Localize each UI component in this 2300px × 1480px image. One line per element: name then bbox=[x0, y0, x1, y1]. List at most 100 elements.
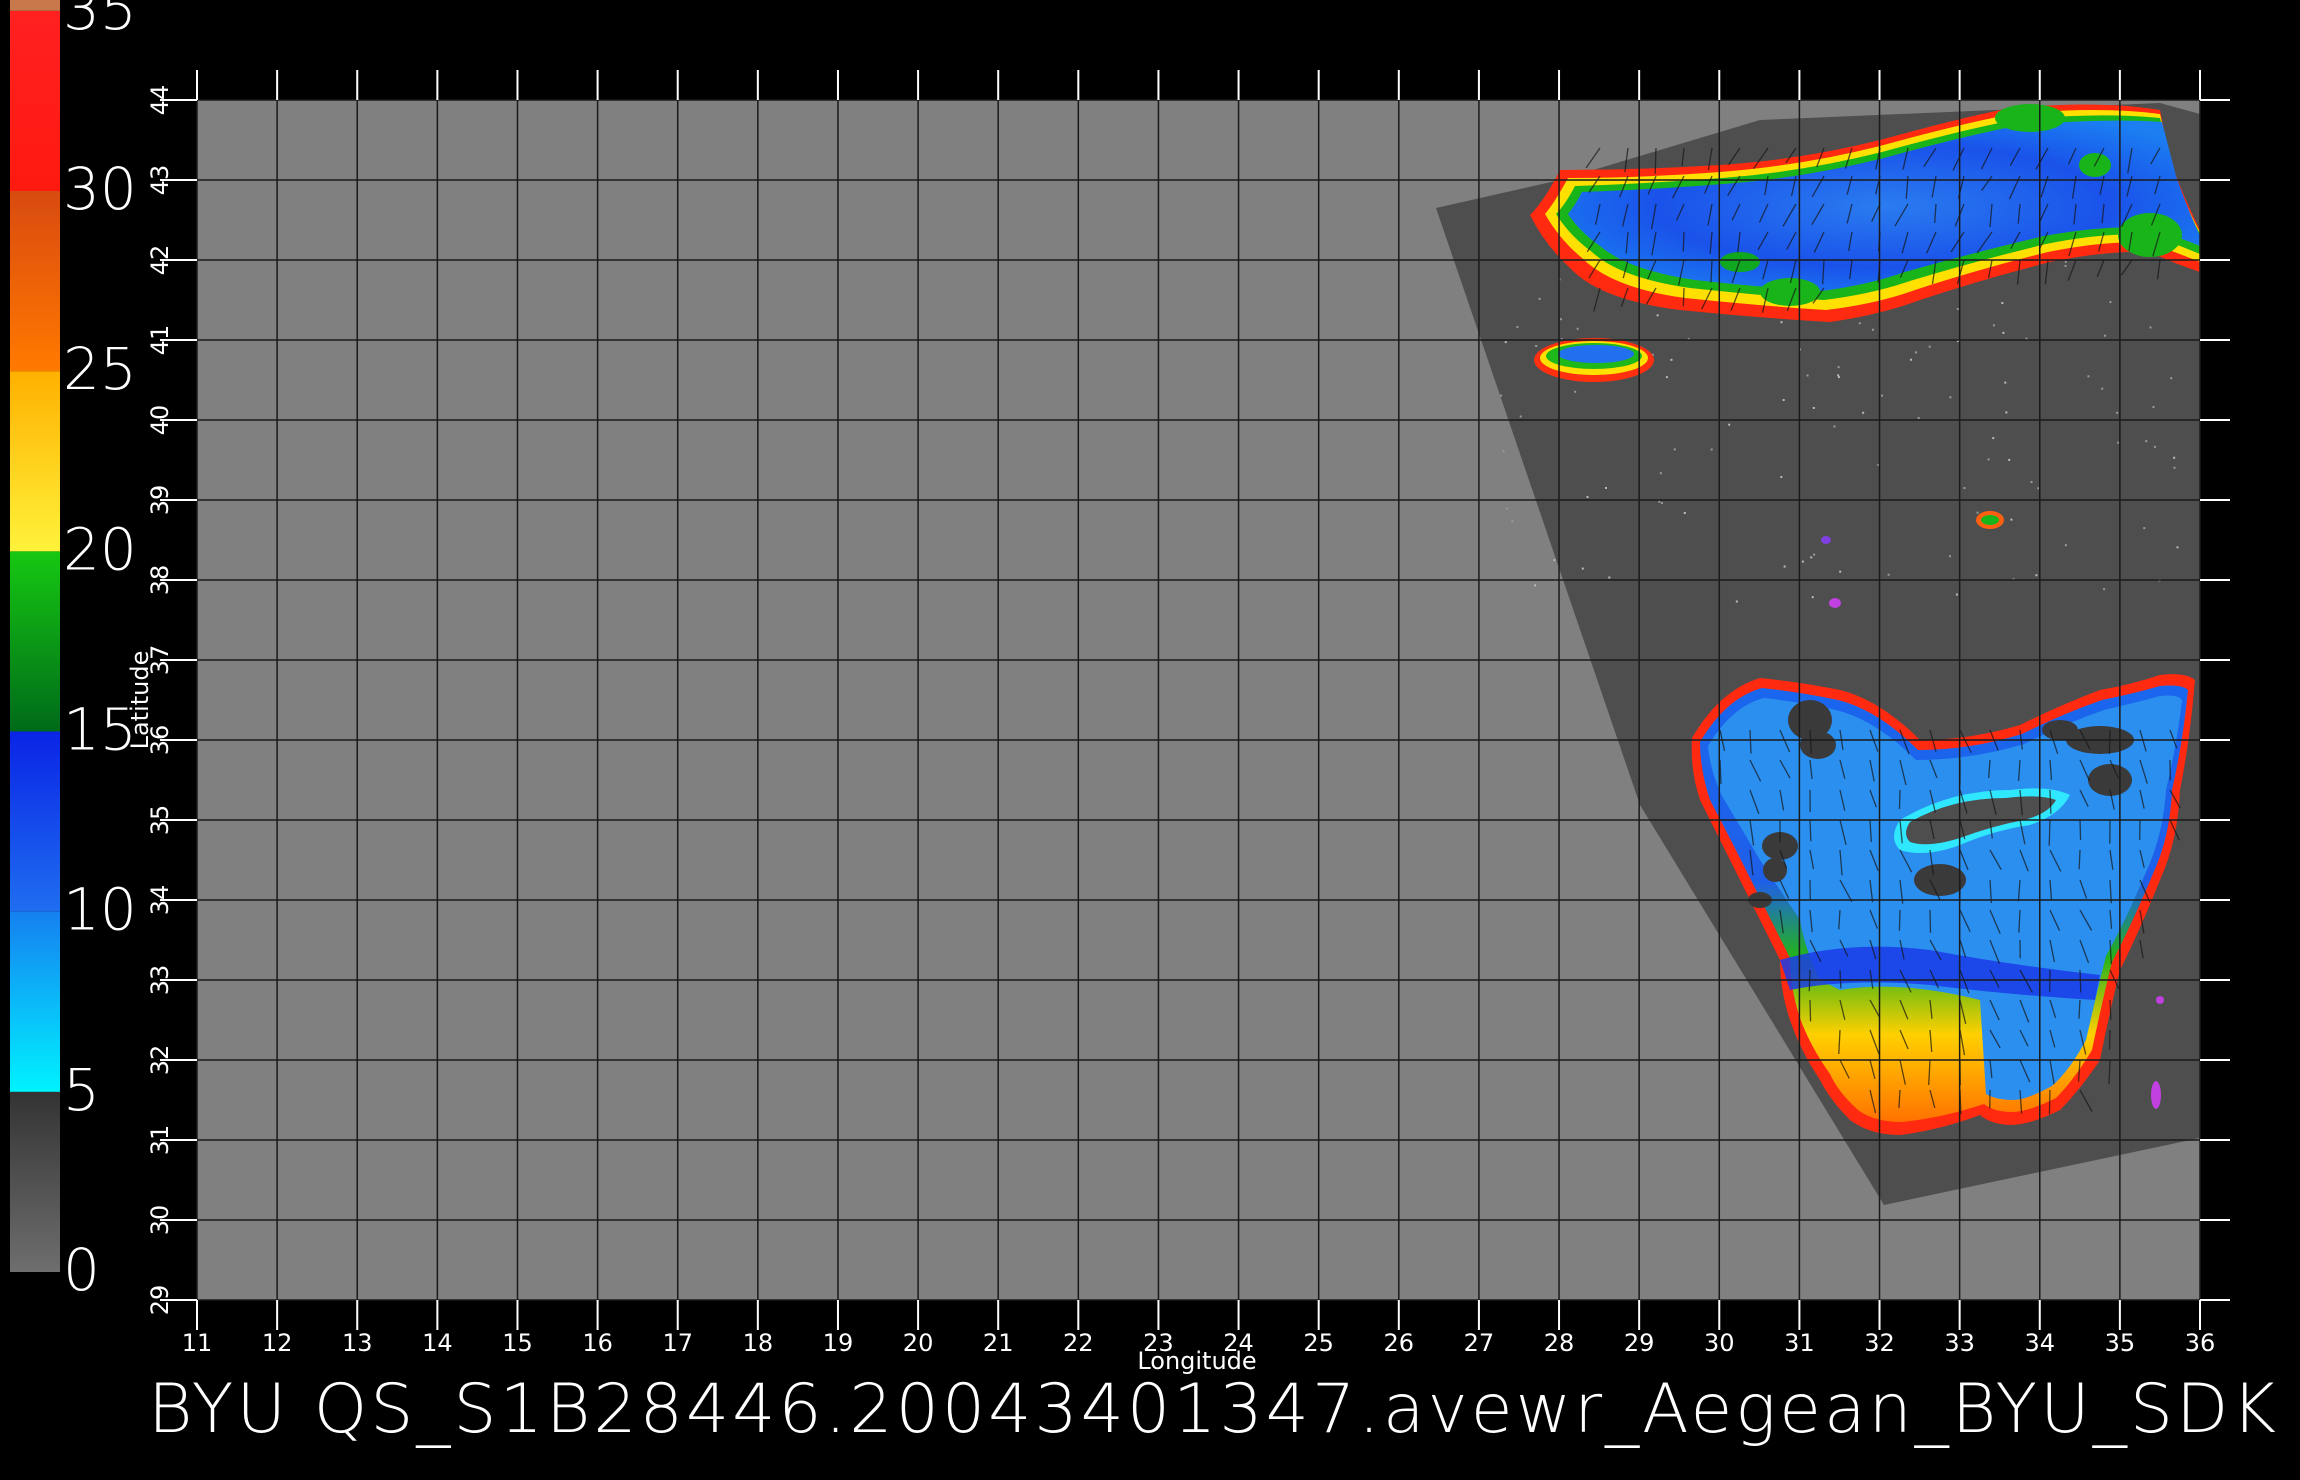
x-tick-label: 30 bbox=[1704, 1329, 1735, 1357]
wind-barb bbox=[1682, 287, 1685, 307]
speckle-dot bbox=[2170, 377, 2173, 380]
wind-barb bbox=[2079, 969, 2082, 993]
colorbar-segment bbox=[10, 10, 60, 191]
marmara-region bbox=[1534, 338, 1654, 382]
speckle-dot bbox=[1560, 318, 1563, 321]
y-tick-label: 29 bbox=[146, 1285, 174, 1316]
wind-barb bbox=[2108, 729, 2111, 755]
speckle-dot bbox=[1862, 411, 1865, 414]
speckle-dot bbox=[1992, 437, 1995, 440]
speckle-dot bbox=[1504, 341, 1507, 344]
speckle-dot bbox=[1811, 596, 1814, 599]
wind-barb bbox=[1682, 231, 1685, 252]
speckle-dot bbox=[2087, 375, 2090, 378]
speckle-dot bbox=[2173, 466, 2176, 469]
speckle-dot bbox=[1812, 406, 1815, 409]
y-tick-label: 42 bbox=[146, 245, 174, 276]
speckle-dot bbox=[1735, 600, 1738, 603]
speckle-dot bbox=[1955, 593, 1958, 596]
x-tick-label: 14 bbox=[422, 1329, 453, 1357]
speckle-dot bbox=[1837, 376, 1840, 379]
y-tick-label: 38 bbox=[146, 565, 174, 596]
x-tick-label: 17 bbox=[662, 1329, 693, 1357]
speckle-dot bbox=[2101, 387, 2104, 390]
wind-barb bbox=[2049, 789, 2052, 814]
speckle-dot bbox=[2103, 588, 2106, 591]
y-tick-label: 32 bbox=[146, 1045, 174, 1076]
speckle-dot bbox=[1574, 390, 1577, 393]
speckle-dot bbox=[1833, 425, 1836, 428]
speckle-dot bbox=[1956, 307, 1959, 310]
x-tick-label: 28 bbox=[1544, 1329, 1575, 1357]
speckle-dot bbox=[1511, 520, 1514, 523]
speckle-dot bbox=[1728, 423, 1731, 426]
speckle-dot bbox=[1910, 358, 1913, 361]
speckle-dot bbox=[1658, 500, 1661, 503]
speckle-dot bbox=[1801, 560, 1804, 563]
x-tick-label: 33 bbox=[1944, 1329, 1975, 1357]
colorbar-label: 5 bbox=[63, 1056, 100, 1124]
speckle-dot bbox=[1505, 507, 1508, 510]
wind-barb bbox=[1839, 969, 1842, 989]
x-tick-label: 34 bbox=[2024, 1329, 2055, 1357]
speckle-dot bbox=[1683, 511, 1686, 514]
speckle-dot bbox=[1887, 573, 1890, 576]
speckle-dot bbox=[1992, 324, 1995, 327]
wind-barb bbox=[1809, 999, 1812, 1022]
speckle-dot bbox=[1586, 495, 1589, 498]
x-tick-label: 32 bbox=[1864, 1329, 1895, 1357]
x-tick-label: 16 bbox=[582, 1329, 613, 1357]
colorbar-segment bbox=[10, 190, 60, 372]
wind-barb bbox=[2109, 999, 2112, 1021]
wind-map-figure: 05101520253035 11 12 13 14 15 16 17 18 1… bbox=[10, 0, 2230, 1375]
speckle-dot bbox=[2152, 406, 2155, 409]
speckle-dot bbox=[1782, 399, 1785, 402]
speckle-dot bbox=[1519, 415, 1522, 418]
colorbar-label: 20 bbox=[63, 515, 137, 583]
x-tick-label: 31 bbox=[1784, 1329, 1815, 1357]
speckle-dot bbox=[1917, 416, 1920, 419]
speckle-dot bbox=[1534, 584, 1537, 587]
wind-barb bbox=[2079, 819, 2082, 840]
speckle-dot bbox=[1858, 322, 1861, 325]
x-tick-label: 27 bbox=[1464, 1329, 1495, 1357]
x-tick-label: 36 bbox=[2185, 1329, 2216, 1357]
speckle-dot bbox=[2005, 411, 2008, 414]
speckle-dot bbox=[1928, 345, 1931, 348]
speckle-dot bbox=[1535, 344, 1538, 347]
speckle-dot bbox=[2117, 441, 2120, 444]
speckle-dot bbox=[1608, 576, 1611, 579]
colorbar-label: 10 bbox=[63, 876, 137, 944]
speckle-dot bbox=[1949, 555, 1952, 558]
speckle-dot bbox=[1837, 374, 1840, 377]
speckle-dot bbox=[2116, 411, 2119, 414]
speckle-dot bbox=[2109, 301, 2112, 304]
speckle-dot bbox=[1576, 327, 1579, 330]
x-tick-label: 11 bbox=[182, 1329, 213, 1357]
colorbar-label: 0 bbox=[63, 1236, 100, 1304]
speckle-dot bbox=[1987, 458, 1990, 461]
speckle-dot bbox=[1659, 472, 1662, 475]
speckle-dot bbox=[1581, 567, 1584, 570]
colorbar-segment bbox=[10, 0, 60, 11]
speckle-dot bbox=[1665, 376, 1668, 379]
speckle-dot bbox=[1871, 328, 1874, 331]
x-tick-label: 19 bbox=[823, 1329, 854, 1357]
speckle-dot bbox=[1516, 325, 1519, 328]
x-tick-label: 20 bbox=[903, 1329, 934, 1357]
speckle-dot bbox=[1783, 565, 1786, 568]
speckle-dot bbox=[1500, 394, 1503, 397]
speckle-dot bbox=[1553, 559, 1556, 562]
speckle-dot bbox=[2104, 334, 2107, 337]
speckle-dot bbox=[1810, 556, 1813, 559]
y-tick-label: 34 bbox=[146, 885, 174, 916]
x-tick-label: 15 bbox=[502, 1329, 533, 1357]
speckle-dot bbox=[2176, 546, 2179, 549]
wind-barb bbox=[2078, 849, 2081, 870]
colorbar-segment bbox=[10, 371, 60, 552]
wind-barb bbox=[1898, 789, 1901, 809]
x-tick-label: 29 bbox=[1624, 1329, 1655, 1357]
y-tick-label: 43 bbox=[146, 165, 174, 196]
colorbar bbox=[10, 0, 60, 1272]
y-tick-label: 31 bbox=[146, 1125, 174, 1156]
